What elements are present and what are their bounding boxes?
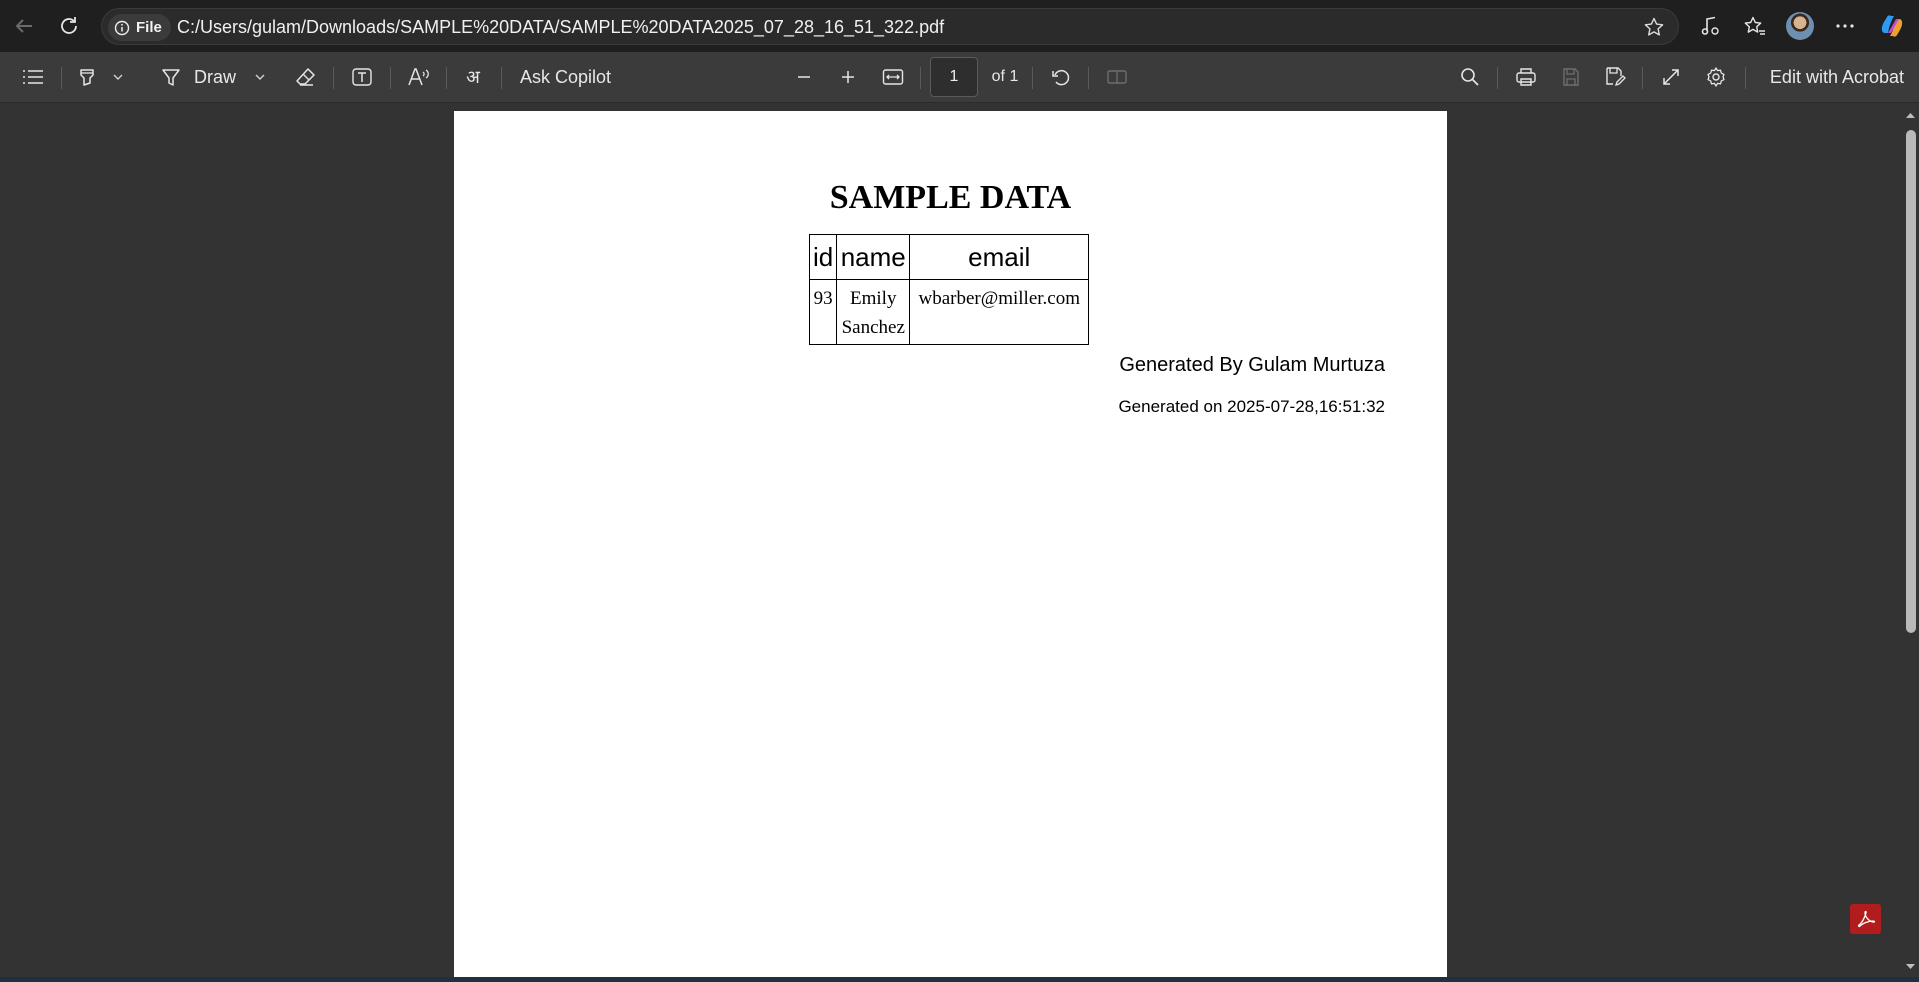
plus-icon [842, 71, 854, 83]
scroll-down-arrow-icon[interactable] [1902, 961, 1919, 973]
generated-by-text: Generated By Gulam Murtuza [1119, 354, 1385, 376]
zoom-in-button[interactable] [834, 52, 862, 102]
cell-email: wbarber@miller.com [909, 279, 1090, 345]
eraser-icon [296, 68, 315, 86]
minus-icon [798, 76, 810, 78]
star-icon [1644, 17, 1664, 36]
highlight-button[interactable] [74, 52, 100, 102]
browser-address-bar: File C:/Users/gulam/Downloads/SAMPLE%20D… [0, 0, 1919, 52]
music-note-icon [1701, 16, 1719, 35]
address-field[interactable]: File C:/Users/gulam/Downloads/SAMPLE%20D… [101, 8, 1679, 45]
column-header-email: email [909, 234, 1090, 280]
column-header-name: name [836, 234, 911, 280]
draw-tool-icon-wrap[interactable] [158, 52, 184, 102]
page-number-input[interactable] [930, 57, 978, 97]
fit-width-icon [882, 69, 904, 85]
profile-button[interactable] [1782, 9, 1818, 43]
zoom-out-button[interactable] [790, 52, 818, 102]
read-aloud-icon [408, 68, 429, 86]
page-total: of 1 [988, 52, 1022, 102]
translate-icon: अ [466, 67, 480, 87]
list-icon [23, 70, 43, 84]
scrollbar-thumb[interactable] [1906, 130, 1916, 633]
site-info-chip[interactable]: File [108, 14, 171, 41]
favorites-button[interactable] [1738, 9, 1772, 43]
highlighter-icon [80, 69, 94, 86]
table-row: 93 Emily Sanchez wbarber@miller.com [808, 279, 1090, 345]
draw-button[interactable]: Draw [194, 52, 240, 102]
cell-name-first: Emily [850, 288, 897, 309]
copilot-button[interactable] [1875, 9, 1909, 43]
acrobat-button[interactable] [1850, 904, 1881, 934]
read-aloud-button[interactable] [1693, 9, 1727, 43]
find-button[interactable] [1455, 52, 1485, 102]
column-header-id: id [808, 234, 838, 280]
draw-dropdown[interactable] [252, 52, 268, 102]
pdf-viewer: SAMPLE DATA id name email 93 Emily Sanch… [0, 103, 1919, 977]
generated-on-text: Generated on 2025-07-28,16:51:32 [1118, 397, 1385, 416]
save-disk-icon [1563, 68, 1579, 86]
refresh-icon [61, 17, 77, 34]
cell-id: 93 [808, 279, 838, 345]
rotate-icon [1052, 69, 1070, 86]
gear-icon [1707, 67, 1725, 87]
highlight-dropdown[interactable] [110, 52, 126, 102]
cell-name: Emily Sanchez [836, 279, 911, 345]
refresh-button[interactable] [52, 9, 86, 43]
contents-button[interactable] [18, 52, 48, 102]
chevron-down-icon [255, 74, 265, 80]
ask-copilot-label: Ask Copilot [520, 66, 612, 87]
edit-with-acrobat-label: Edit with Acrobat [1769, 66, 1904, 87]
two-page-view-button[interactable] [1102, 52, 1132, 102]
erase-button[interactable] [292, 52, 320, 102]
rotate-button[interactable] [1046, 52, 1076, 102]
taskbar-edge [0, 977, 1919, 982]
save-button[interactable] [1556, 52, 1586, 102]
page-view-icon [1107, 70, 1127, 84]
data-table: id name email 93 Emily Sanchez wbarber@m… [808, 234, 1090, 345]
text-box-icon [352, 68, 372, 86]
avatar [1786, 12, 1814, 40]
chevron-down-icon [113, 74, 123, 80]
info-icon [114, 20, 130, 35]
edit-with-acrobat-button[interactable]: Edit with Acrobat [1758, 52, 1904, 102]
scroll-up-arrow-icon[interactable] [1902, 109, 1919, 121]
draw-pen-icon [162, 69, 180, 86]
printer-icon [1516, 68, 1536, 86]
settings-button[interactable] [1701, 52, 1731, 102]
full-screen-button[interactable] [1656, 52, 1686, 102]
document-title: SAMPLE DATA [829, 179, 1072, 216]
save-as-button[interactable] [1600, 52, 1630, 102]
back-arrow-icon [15, 19, 32, 33]
pdf-toolbar: Draw अ Ask Copilot 1 of 1 Edit with Acro… [0, 52, 1919, 103]
fit-to-width-button[interactable] [878, 52, 908, 102]
acrobat-logo-icon [1857, 910, 1875, 928]
save-as-icon [1606, 67, 1626, 87]
vertical-scrollbar[interactable] [1902, 103, 1919, 977]
read-aloud-button[interactable] [404, 52, 434, 102]
add-text-button[interactable] [347, 52, 377, 102]
cell-name-last: Sanchez [841, 317, 905, 338]
expand-icon [1663, 69, 1679, 85]
print-button[interactable] [1511, 52, 1541, 102]
search-icon [1461, 68, 1479, 86]
ask-copilot-button[interactable]: Ask Copilot [520, 52, 618, 102]
table-header-row: id name email [808, 234, 1090, 280]
more-options-button[interactable] [1828, 9, 1862, 43]
copilot-icon [1881, 15, 1903, 37]
back-button[interactable] [7, 9, 41, 43]
file-chip-label: File [136, 19, 162, 36]
pdf-page: SAMPLE DATA id name email 93 Emily Sanch… [454, 111, 1447, 977]
translate-button[interactable]: अ [458, 52, 488, 102]
favorites-star-list-icon [1744, 16, 1765, 35]
more-dots-icon [1836, 24, 1854, 28]
page-total-label: of 1 [991, 68, 1019, 85]
draw-label: Draw [194, 66, 237, 87]
favorite-button[interactable] [1640, 13, 1668, 41]
url-text[interactable]: C:/Users/gulam/Downloads/SAMPLE%20DATA/S… [177, 17, 944, 38]
